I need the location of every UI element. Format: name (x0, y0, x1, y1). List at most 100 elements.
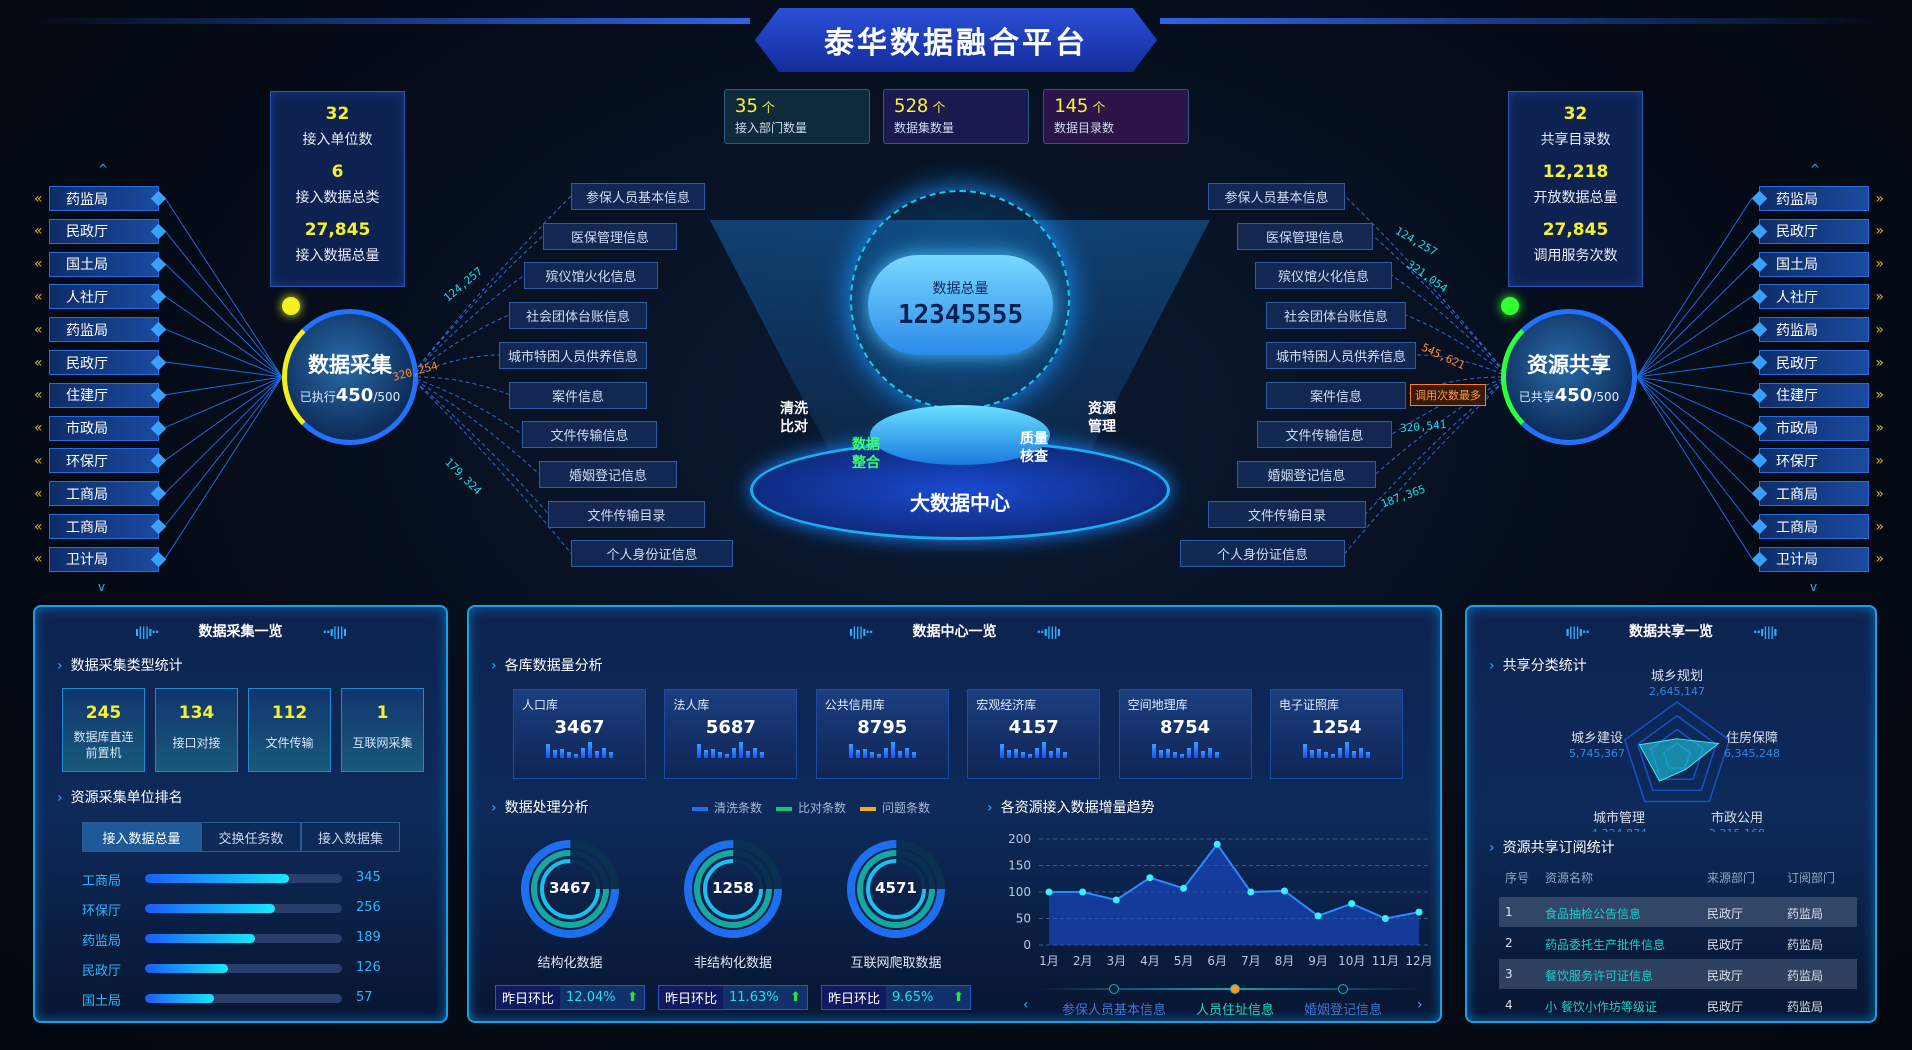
department-item[interactable]: « 药监局 (34, 186, 167, 211)
arrow-icon: › (57, 790, 63, 806)
data-node[interactable]: 参保人员基本信息 (1208, 183, 1345, 210)
department-item[interactable]: » 住建厅 (1751, 382, 1884, 408)
department-item[interactable]: » 工商局 (1751, 514, 1884, 539)
data-node[interactable]: 文件传输信息 (522, 421, 657, 449)
data-node[interactable]: 文件传输信息 (1257, 421, 1392, 449)
stat-value: 35 个 (735, 95, 859, 117)
ranking-tab[interactable]: 交换任务数 (201, 822, 301, 852)
data-node[interactable]: 社会团体台账信息 (1266, 302, 1406, 330)
carousel-item[interactable]: 参保人员基本信息 (1054, 999, 1174, 1018)
department-item[interactable]: » 民政厅 (1751, 350, 1884, 375)
data-node[interactable]: 殡仪馆火化信息 (1255, 262, 1392, 290)
carousel-item[interactable]: 人员住址信息 (1175, 999, 1295, 1018)
mini-bar (697, 744, 702, 758)
trend-area (1049, 844, 1419, 945)
department-item[interactable]: » 国土局 (1751, 251, 1884, 277)
library-card[interactable]: 法人库 5687 (664, 689, 798, 779)
scroll-up-icon[interactable]: ^ (98, 162, 108, 176)
legend-swatch (860, 806, 877, 811)
department-item[interactable]: « 环保厅 (34, 448, 167, 474)
data-node[interactable]: 殡仪馆火化信息 (524, 262, 658, 290)
data-node[interactable]: 个人身份证信息 (571, 540, 733, 568)
department-item[interactable]: « 卫计局 (34, 546, 167, 572)
table-row[interactable]: 1 食品抽检公告信息 民政厅 药监局 (1499, 897, 1857, 927)
department-item[interactable]: « 人社厅 (34, 284, 167, 310)
department-item[interactable]: « 民政厅 (34, 350, 167, 375)
data-node[interactable]: 医保管理信息 (1237, 222, 1373, 250)
department-item[interactable]: « 国土局 (34, 251, 167, 277)
legend-swatch (692, 806, 708, 811)
radar-value: 4,324,874 (1591, 827, 1647, 832)
department-item[interactable]: « 工商局 (34, 481, 167, 507)
library-card[interactable]: 电子证照库 1254 (1270, 689, 1403, 779)
department-item[interactable]: « 药监局 (34, 317, 167, 343)
ranking-value: 256 (356, 900, 381, 915)
legend-label: 问题条数 (882, 801, 931, 815)
department-item[interactable]: « 民政厅 (34, 218, 167, 244)
wave-icon: ··ı|||ı (322, 625, 347, 639)
mini-bar (546, 744, 550, 758)
data-node[interactable]: 个人身份证信息 (1180, 540, 1345, 568)
ranking-value: 189 (356, 930, 381, 945)
data-node[interactable]: 社会团体台账信息 (509, 302, 647, 330)
data-node[interactable]: 案件信息 (509, 381, 647, 409)
table-row[interactable]: 3 餐饮服务许可证信息 民政厅 药监局 (1499, 959, 1857, 989)
wave-icon: ı|||ı·· (135, 625, 159, 639)
share-hub[interactable]: 资源共享 已共享450/500 (1501, 309, 1637, 445)
mini-bar (1049, 751, 1054, 758)
library-card[interactable]: 空间地理库 8754 (1118, 689, 1252, 779)
hub-status: 已执行450/500 (300, 385, 401, 406)
department-label: 民政厅 (66, 355, 108, 372)
department-label: 药监局 (66, 191, 108, 208)
department-item[interactable]: « 工商局 (34, 514, 167, 539)
department-item[interactable]: » 药监局 (1751, 186, 1884, 211)
scroll-down-icon[interactable]: v (1810, 580, 1817, 594)
department-label: 工商局 (66, 519, 108, 536)
data-node[interactable]: 文件传输目录 (1208, 500, 1366, 528)
library-card[interactable]: 人口库 3467 (513, 689, 646, 779)
ranking-tab[interactable]: 接入数据集 (301, 822, 400, 852)
department-item[interactable]: « 市政局 (34, 415, 167, 441)
ratio-value: 9.65% (892, 990, 934, 1005)
collection-type-card: 245 数据库直连前置机 (62, 688, 145, 772)
library-value: 3467 (554, 717, 605, 738)
data-node[interactable]: 城市特困人员供养信息 (1266, 341, 1416, 369)
carousel-prev-icon[interactable]: ‹ (1023, 997, 1029, 1013)
data-node[interactable]: 案件信息 (1266, 381, 1406, 409)
department-item[interactable]: » 人社厅 (1751, 284, 1884, 310)
department-item[interactable]: » 药监局 (1751, 317, 1884, 343)
table-row[interactable]: 2 药品委托生产批件信息 民政厅 药监局 (1499, 928, 1857, 958)
carousel-item[interactable]: 婚姻登记信息 (1283, 999, 1403, 1018)
library-name: 空间地理库 (1127, 698, 1188, 712)
department-item[interactable]: » 工商局 (1751, 481, 1884, 507)
info-label: 调用服务次数 (1533, 248, 1618, 264)
data-node[interactable]: 婚姻登记信息 (1237, 460, 1376, 488)
ratio-label: 昨日环比 (496, 986, 561, 1009)
data-node[interactable]: 婚姻登记信息 (539, 460, 677, 488)
department-link (164, 376, 283, 560)
department-item[interactable]: « 住建厅 (34, 382, 167, 408)
scroll-down-icon[interactable]: v (98, 580, 105, 594)
department-item[interactable]: » 环保厅 (1751, 448, 1884, 474)
double-chevron-icon: « (34, 551, 43, 568)
double-chevron-icon: « (34, 223, 43, 240)
department-item[interactable]: » 市政局 (1751, 415, 1884, 441)
mini-bar (1063, 752, 1068, 758)
department-item[interactable]: » 卫计局 (1751, 546, 1884, 572)
data-node[interactable]: 文件传输目录 (548, 500, 705, 528)
data-node[interactable]: 医保管理信息 (543, 222, 677, 250)
page-title: 泰华数据融合平台 (755, 8, 1157, 72)
data-node[interactable]: 城市特困人员供养信息 (499, 341, 647, 369)
panel-data-collection: ı|||ı·· 数据采集一览 ··ı|||ı › 数据采集类型统计 245 数据库直连前… (33, 605, 448, 1023)
data-node[interactable]: 参保人员基本信息 (571, 183, 705, 210)
mini-bar (1158, 750, 1163, 758)
department-item[interactable]: » 民政厅 (1751, 218, 1884, 244)
library-card[interactable]: 宏观经济库 4157 (967, 689, 1101, 779)
ranking-tab[interactable]: 接入数据总量 (82, 822, 201, 852)
scroll-up-icon[interactable]: ^ (1810, 162, 1820, 176)
library-card[interactable]: 公共信用库 8795 (815, 689, 949, 779)
carousel-next-icon[interactable]: › (1417, 997, 1423, 1013)
table-row[interactable]: 4 小 餐饮小作坊等级证 民政厅 药监局 (1499, 990, 1857, 1020)
trend-point (1381, 915, 1389, 922)
department-link (164, 376, 283, 461)
